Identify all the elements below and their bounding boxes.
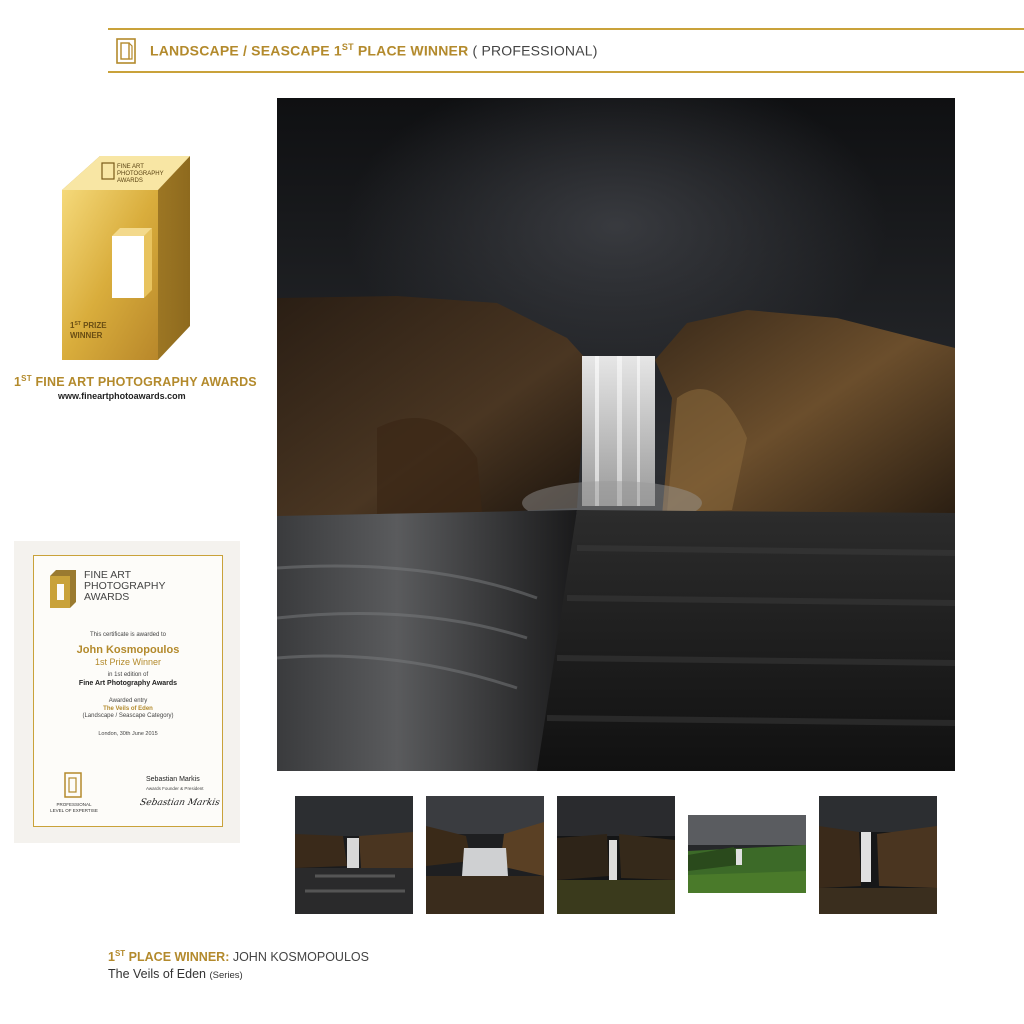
certificate-seal-text: PROFESSIONAL LEVEL OF EXPERTISE <box>50 802 98 813</box>
header-top-rule <box>108 28 1024 30</box>
certificate-edition: in 1st edition of <box>107 672 149 678</box>
certificate-prize: 1st Prize Winner <box>94 657 162 667</box>
gold-award-trophy-icon: FINE ART PHOTOGRAPHY AWARDS 1ST PRIZE WI… <box>62 156 190 360</box>
page-title: LANDSCAPE / SEASCAPE 1ST PLACE WINNER ( … <box>150 42 598 59</box>
award-website-link[interactable]: www.fineartphotoawards.com <box>58 391 186 401</box>
certificate-entry-category: (Landscape / Seascape Category) <box>82 713 174 719</box>
main-waterfall-photo[interactable] <box>277 98 955 771</box>
certificate-signature: Sebastian Markis <box>138 798 221 808</box>
thumbnail-4[interactable] <box>688 815 806 893</box>
certificate-awarded-to: This certificate is awarded to <box>89 632 167 638</box>
certificate-logo-icon <box>50 570 76 608</box>
thumbnail-1[interactable] <box>295 796 413 914</box>
certificate-date: London, 30th June 2015 <box>98 731 158 737</box>
certificate-entry-label: Awarded entry <box>108 698 148 704</box>
certificate-signer-title: Awards Founder & President <box>146 786 204 791</box>
thumbnail-5[interactable] <box>819 796 937 914</box>
certificate-signer: Sebastian Markis <box>146 776 200 783</box>
certificate[interactable]: FINE ART PHOTOGRAPHY AWARDS This certifi… <box>33 555 223 827</box>
award-brand-3: AWARDS <box>117 178 143 184</box>
certificate-recipient: John Kosmopoulos <box>76 644 180 656</box>
series-title: The Veils of Eden (Series) <box>108 967 243 981</box>
fine-art-awards-logo-icon <box>116 38 136 64</box>
certificate-event: Fine Art Photography Awards <box>78 680 178 687</box>
thumbnail-2[interactable] <box>426 796 544 914</box>
certificate-seal-icon <box>64 772 82 798</box>
certificate-entry-title: The Veils of Eden <box>103 706 153 712</box>
award-name: 1ST FINE ART PHOTOGRAPHY AWARDS <box>14 374 257 390</box>
award-brand-2: PHOTOGRAPHY <box>117 171 164 177</box>
award-brand-1: FINE ART <box>117 164 144 170</box>
winner-caption: 1ST PLACE WINNER: JOHN KOSMOPOULOS <box>108 949 369 965</box>
thumbnail-3[interactable] <box>557 796 675 914</box>
award-prize-line2: WINNER <box>70 331 103 340</box>
header-bottom-rule <box>108 71 1024 73</box>
certificate-brand: FINE ART PHOTOGRAPHY AWARDS <box>84 569 166 603</box>
